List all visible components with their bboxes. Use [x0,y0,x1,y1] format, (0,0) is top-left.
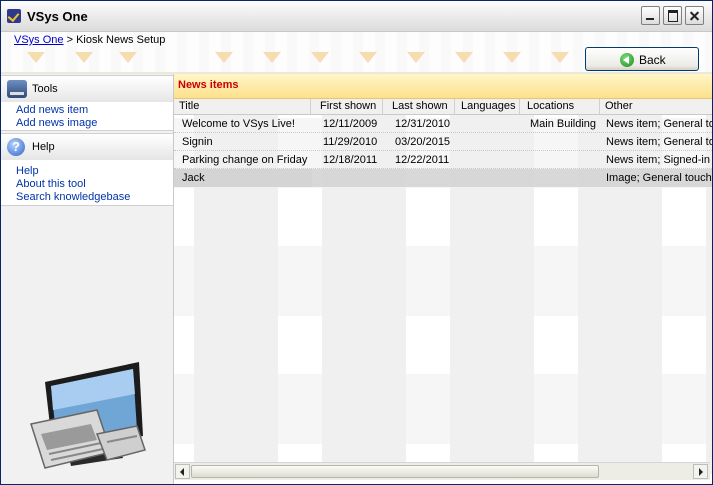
tools-links: Add news item Add news image [1,102,173,131]
back-button[interactable]: Back [585,47,699,71]
title-bar[interactable]: VSys One [1,1,712,32]
banner-chevron-icon [263,52,281,66]
breadcrumb-separator: > [66,34,74,46]
banner-chevron-icon [551,52,569,66]
banner-chevron-icon [359,52,377,66]
cell-languages [456,169,522,187]
scroll-right-button[interactable] [693,464,708,479]
maximize-button[interactable] [663,6,682,25]
table-row-selected[interactable]: Jack Image; General touch [174,169,712,187]
help-question-icon: ? [7,138,25,156]
column-header-title[interactable]: Title [174,99,311,114]
cell-first-shown [315,169,387,187]
sidebar: Tools Add news item Add news image ? Hel… [1,74,174,484]
cell-locations [522,151,602,169]
help-section-header: ? Help [1,133,173,161]
cell-first-shown: 11/29/2010 [323,136,378,148]
table-row[interactable]: Parking change on Friday 12/18/2011 12/2… [174,151,712,169]
scroll-thumb[interactable] [191,465,599,478]
tools-laptop-icon [7,80,27,98]
cell-locations [522,169,602,187]
banner-chevron-icon [407,52,425,66]
table-row[interactable]: Welcome to VSys Live! 12/11/2009 12/31/2… [174,115,712,133]
cell-locations [522,133,602,151]
cell-languages [456,115,522,133]
breadcrumb: VSys One > Kiosk News Setup [14,34,165,46]
cell-languages [456,133,522,151]
minimize-button[interactable] [641,6,660,25]
cell-locations: Main Building [530,118,597,130]
window-title: VSys One [27,9,88,24]
app-window: VSys One VSys One > Kiosk News Setup Bac… [0,0,713,485]
column-header-first-shown[interactable]: First shown [315,99,383,114]
cell-title: Welcome to VSys Live! [182,118,295,130]
news-panel-title: News items [178,79,239,91]
cell-last-shown: 03/20/2015 [395,136,451,148]
app-logo-icon [7,9,21,23]
cell-other: News item; General to [606,118,712,130]
cell-last-shown: 12/22/2011 [395,154,450,166]
help-link[interactable]: Help [1,165,173,178]
banner-chevron-icon [27,52,45,66]
cell-other: News item; General to [606,136,712,148]
news-panel: News items Title First shown Last shown … [174,74,712,484]
cell-title: Parking change on Friday [182,154,308,166]
help-links: Help About this tool Search knowledgebas… [1,160,173,206]
banner-chevron-icon [455,52,473,66]
banner-chevron-icon [311,52,329,66]
column-header-other[interactable]: Other [600,99,712,114]
horizontal-scrollbar[interactable] [174,462,710,480]
tools-section-header: Tools [1,75,173,103]
column-header-languages[interactable]: Languages [456,99,520,114]
help-section-title: Help [32,141,55,153]
cell-title: Signin [182,136,213,148]
cell-languages [456,151,522,169]
banner-chevron-icon [75,52,93,66]
add-news-item-link[interactable]: Add news item [1,104,173,117]
tools-section-title: Tools [32,83,58,95]
banner-chevron-icon [119,52,137,66]
table-row[interactable]: Signin 11/29/2010 03/20/2015 News item; … [174,133,712,151]
cell-first-shown: 12/11/2009 [323,118,378,130]
banner-chevron-icon [215,52,233,66]
column-header-last-shown[interactable]: Last shown [387,99,455,114]
banner-chevron-icon [503,52,521,66]
news-table-header: Title First shown Last shown Languages L… [174,99,712,115]
breadcrumb-root-link[interactable]: VSys One [14,34,64,46]
cell-first-shown: 12/18/2011 [323,154,378,166]
back-arrow-icon [620,53,634,67]
cell-other: Image; General touch [606,172,712,184]
cell-title: Jack [174,169,312,187]
news-panel-header: News items [174,74,712,99]
breadcrumb-current: Kiosk News Setup [76,34,166,46]
cell-last-shown: 12/31/2010 [395,118,451,130]
cell-other: News item; Signed-in [606,154,710,166]
cell-last-shown [387,169,456,187]
search-knowledgebase-link[interactable]: Search knowledgebase [1,191,173,204]
news-tv-logo-icon [30,362,146,469]
add-news-image-link[interactable]: Add news image [1,117,173,130]
close-button[interactable] [685,6,704,25]
about-tool-link[interactable]: About this tool [1,178,173,191]
back-button-label: Back [639,53,666,67]
scroll-left-button[interactable] [175,464,190,479]
column-header-locations[interactable]: Locations [522,99,600,114]
